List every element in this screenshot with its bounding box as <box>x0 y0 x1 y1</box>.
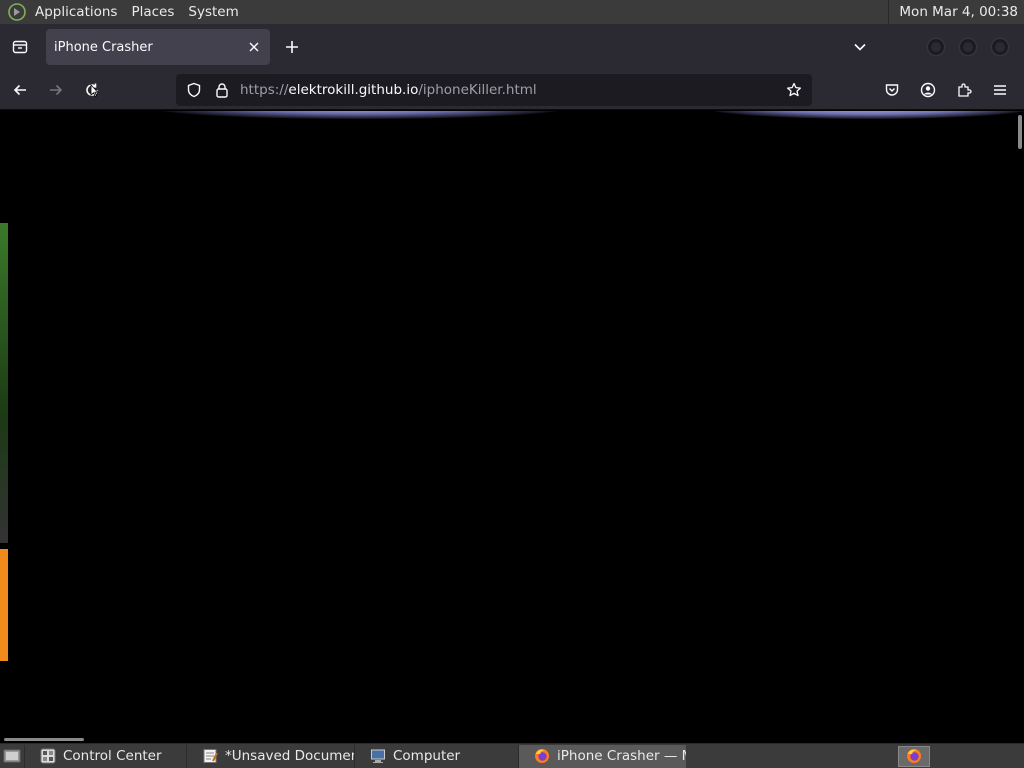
horizontal-scrollbar[interactable] <box>4 738 84 741</box>
top-panel: Applications Places System Mon Mar 4, 00… <box>0 0 1024 24</box>
url-host: elektrokill.github.io <box>288 82 419 98</box>
new-tab-button[interactable] <box>276 31 308 63</box>
account-button[interactable] <box>912 74 944 106</box>
address-bar[interactable]: https://elektrokill.github.io/iphoneKill… <box>176 74 812 106</box>
firefox-view-icon <box>12 40 28 54</box>
taskbar-item-computer[interactable]: Computer <box>354 744 518 768</box>
minimize-window-button[interactable] <box>928 39 944 55</box>
pocket-button[interactable] <box>876 74 908 106</box>
page-content[interactable] <box>0 111 1024 743</box>
taskbar-item-label: *Unsaved Documen… <box>225 748 354 764</box>
extensions-button[interactable] <box>948 74 980 106</box>
tab-iphone-crasher[interactable]: iPhone Crasher <box>46 29 270 65</box>
workspace-switcher[interactable] <box>898 745 930 767</box>
maximize-window-button[interactable] <box>960 39 976 55</box>
list-all-tabs-button[interactable] <box>844 31 876 63</box>
close-window-button[interactable] <box>992 39 1008 55</box>
text-editor-icon <box>201 747 219 765</box>
glow-shape-right <box>700 111 1024 119</box>
chevron-down-icon <box>854 43 866 51</box>
vertical-scrollbar[interactable] <box>1018 115 1022 149</box>
reload-button[interactable] <box>76 74 108 106</box>
show-desktop-icon <box>3 749 21 763</box>
computer-icon <box>369 747 387 765</box>
account-icon <box>920 82 936 98</box>
firefox-icon <box>907 749 921 763</box>
arrow-right-icon <box>50 84 63 95</box>
tab-title: iPhone Crasher <box>54 39 153 55</box>
pocket-icon <box>885 84 899 96</box>
close-tab-icon[interactable] <box>246 39 262 55</box>
places-menu[interactable]: Places <box>124 4 181 20</box>
toolbar-right-buttons <box>872 74 1016 106</box>
puzzle-icon <box>958 83 972 97</box>
lock-icon[interactable] <box>212 80 232 100</box>
tab-strip: iPhone Crasher <box>0 24 1024 70</box>
back-button[interactable] <box>4 74 36 106</box>
plus-icon <box>286 41 298 53</box>
url-text[interactable]: https://elektrokill.github.io/iphoneKill… <box>240 82 780 98</box>
taskbar-item-text-editor[interactable]: *Unsaved Documen… <box>186 744 354 768</box>
taskbar-item-label: Computer <box>393 748 461 764</box>
taskbar-item-control-center[interactable]: Control Center <box>24 744 186 768</box>
firefox-view-button[interactable] <box>0 24 40 70</box>
forward-button[interactable] <box>40 74 72 106</box>
hamburger-menu-icon <box>994 85 1006 95</box>
arrow-left-icon <box>13 84 26 95</box>
orange-edge-strip <box>0 549 8 661</box>
reload-icon <box>86 83 99 97</box>
glow-shape-left <box>150 111 570 119</box>
applications-menu[interactable]: Applications <box>28 4 124 20</box>
green-edge-strip <box>0 223 8 543</box>
show-desktop-button[interactable] <box>0 744 24 768</box>
taskbar-item-label: Control Center <box>63 748 162 764</box>
url-scheme: https:// <box>240 82 289 98</box>
tracking-protection-shield-icon[interactable] <box>184 80 204 100</box>
taskbar: Control Center *Unsaved Documen… Compute… <box>0 743 1024 768</box>
system-menu[interactable]: System <box>181 4 245 20</box>
app-menu-button[interactable] <box>984 74 1016 106</box>
url-path: /iphoneKiller.html <box>418 82 537 98</box>
bookmark-star-icon[interactable] <box>780 76 808 104</box>
clock[interactable]: Mon Mar 4, 00:38 <box>888 0 1024 24</box>
taskbar-item-label: iPhone Crasher — M… <box>557 748 686 764</box>
firefox-icon <box>533 747 551 765</box>
distro-logo-icon[interactable] <box>6 1 28 23</box>
control-center-icon <box>39 747 57 765</box>
taskbar-item-firefox[interactable]: iPhone Crasher — M… <box>518 744 686 768</box>
navigation-toolbar: https://elektrokill.github.io/iphoneKill… <box>0 70 1024 110</box>
